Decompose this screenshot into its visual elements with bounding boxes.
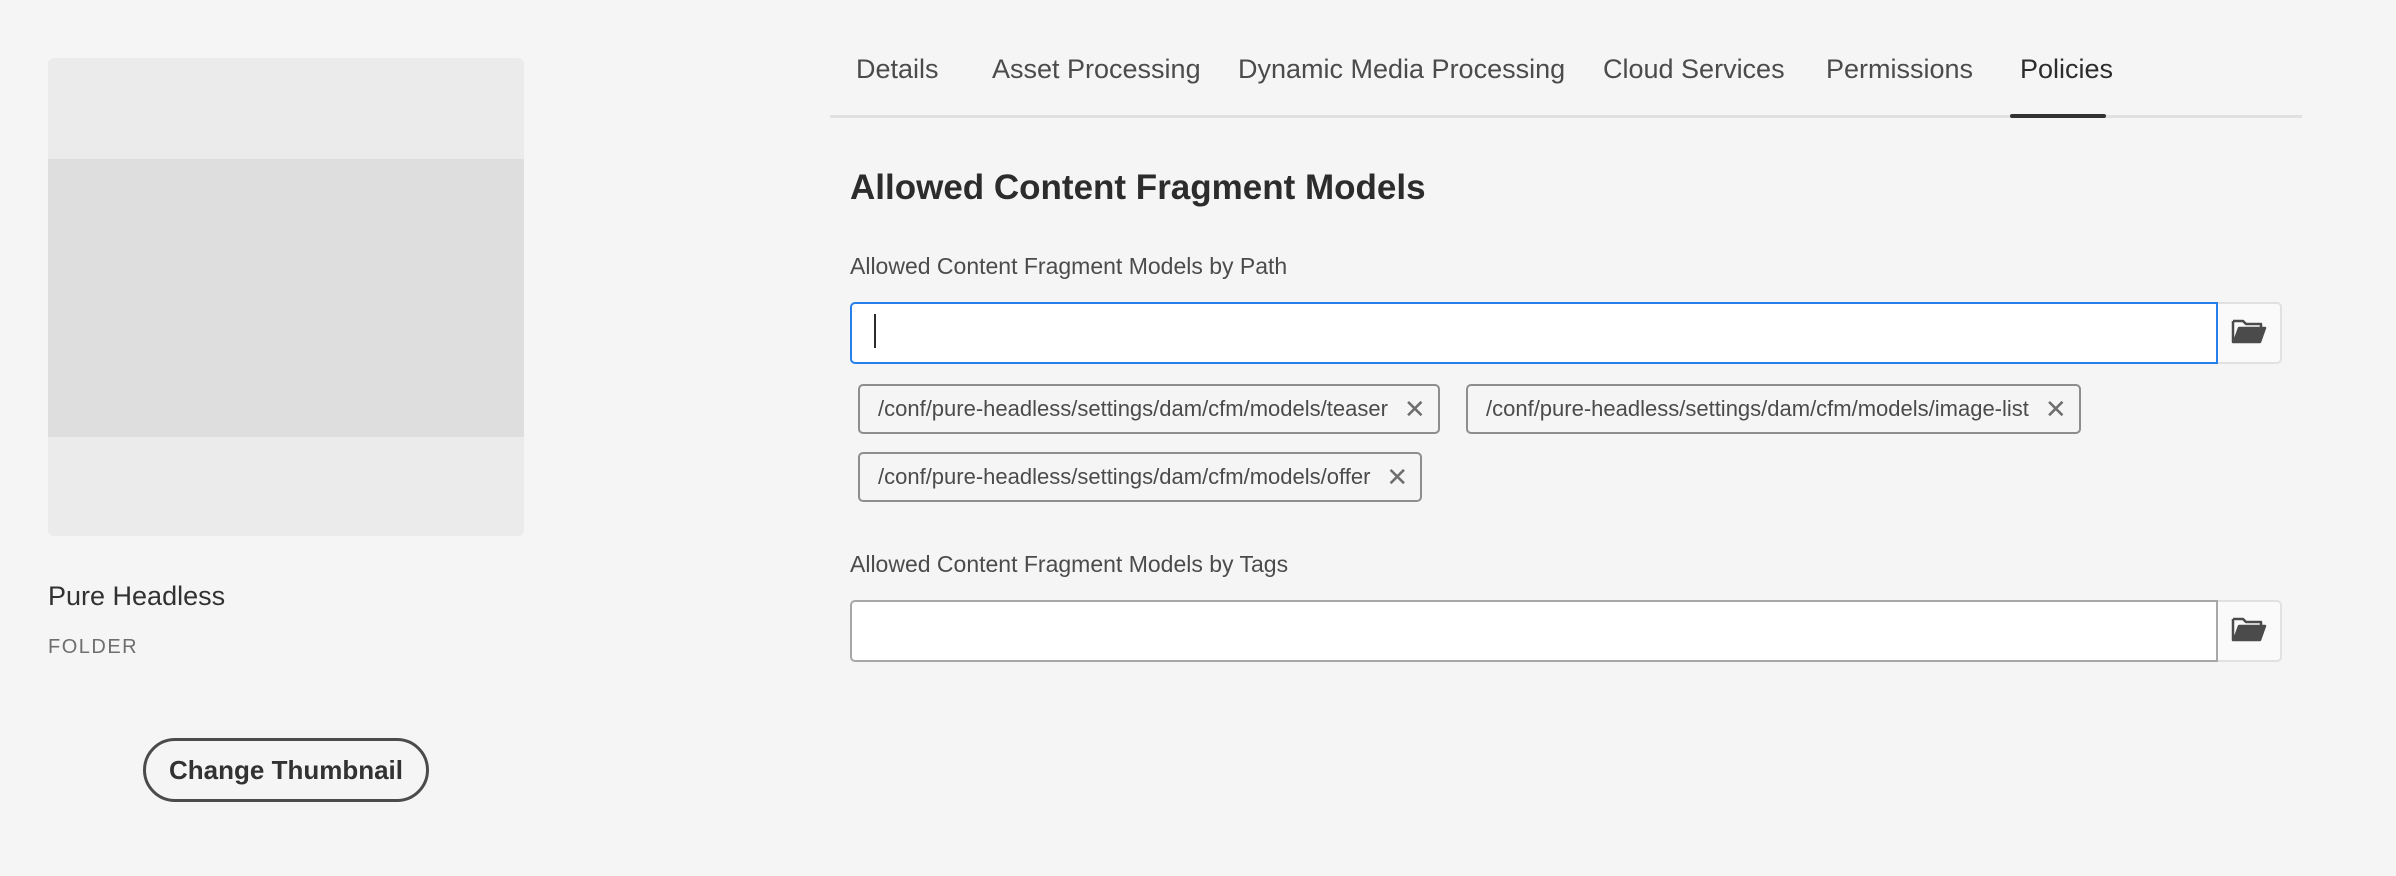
path-tag: /conf/pure-headless/settings/dam/cfm/mod… [858, 384, 1440, 434]
change-thumbnail-button[interactable]: Change Thumbnail [143, 738, 429, 802]
close-icon[interactable]: ✕ [2045, 396, 2067, 422]
folder-open-icon [2231, 615, 2267, 648]
tab-asset-processing[interactable]: Asset Processing [992, 54, 1201, 85]
tag-label: /conf/pure-headless/settings/dam/cfm/mod… [878, 396, 1388, 421]
tags-input[interactable] [850, 600, 2218, 662]
tab-permissions[interactable]: Permissions [1826, 54, 1973, 85]
tab-details[interactable]: Details [856, 54, 939, 85]
path-input[interactable] [850, 302, 2218, 364]
path-field-label: Allowed Content Fragment Models by Path [850, 253, 1288, 279]
path-tag: /conf/pure-headless/settings/dam/cfm/mod… [858, 452, 1423, 502]
tab-cloud-services[interactable]: Cloud Services [1603, 54, 1785, 85]
thumbnail-preview [48, 58, 524, 536]
path-browse-button[interactable] [2218, 302, 2282, 364]
close-icon[interactable]: ✕ [1386, 464, 1408, 490]
item-title: Pure Headless [48, 581, 226, 611]
active-tab-indicator [2010, 114, 2106, 118]
tab-policies[interactable]: Policies [2020, 54, 2113, 85]
item-type: FOLDER [48, 636, 139, 658]
tag-label: /conf/pure-headless/settings/dam/cfm/mod… [1486, 396, 2029, 421]
text-caret [874, 314, 876, 348]
tag-label: /conf/pure-headless/settings/dam/cfm/mod… [878, 464, 1371, 489]
path-tag: /conf/pure-headless/settings/dam/cfm/mod… [1466, 384, 2081, 434]
folder-open-icon [2231, 317, 2267, 350]
tab-dynamic-media-processing[interactable]: Dynamic Media Processing [1238, 54, 1565, 85]
thumbnail-placeholder [48, 159, 524, 437]
tags-field-label: Allowed Content Fragment Models by Tags [850, 551, 1289, 577]
tags-browse-button[interactable] [2218, 600, 2282, 662]
close-icon[interactable]: ✕ [1404, 396, 1426, 422]
section-heading: Allowed Content Fragment Models [850, 168, 1426, 207]
